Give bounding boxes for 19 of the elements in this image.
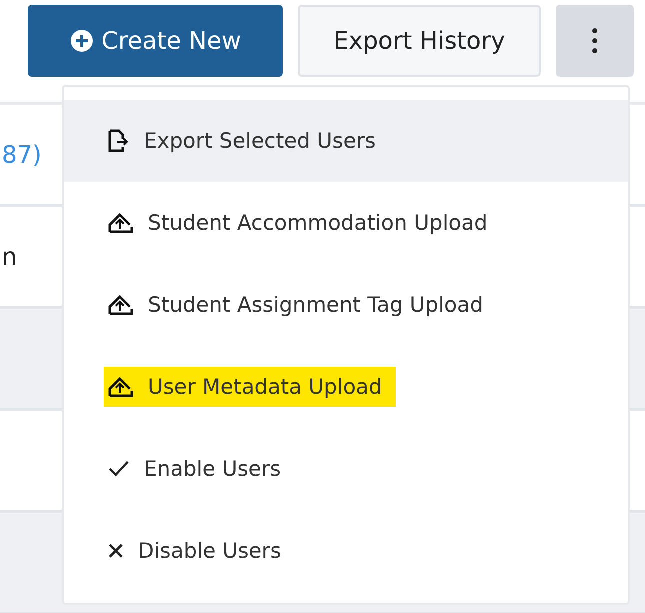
upload-icon (108, 376, 134, 398)
kebab-menu-icon (592, 28, 598, 54)
export-history-button[interactable]: Export History (298, 5, 541, 77)
file-export-icon (108, 129, 130, 153)
close-icon (108, 543, 124, 559)
more-options-button[interactable] (556, 5, 634, 77)
create-new-button[interactable]: Create New (28, 5, 283, 77)
menu-item[interactable]: Student Assignment Tag Upload (64, 264, 628, 346)
menu-item[interactable]: Disable Users (64, 510, 628, 592)
menu-item[interactable]: Export Selected Users (64, 100, 628, 182)
table-cell: 87) (2, 140, 42, 168)
menu-item[interactable]: Enable Users (64, 428, 628, 510)
plus-circle-icon (70, 29, 94, 53)
check-icon (108, 460, 130, 478)
upload-icon (108, 294, 134, 316)
menu-item[interactable]: User Metadata Upload (64, 346, 628, 428)
menu-item[interactable]: Student Accommodation Upload (64, 182, 628, 264)
table-cell: n (2, 242, 18, 270)
upload-icon (108, 212, 134, 234)
